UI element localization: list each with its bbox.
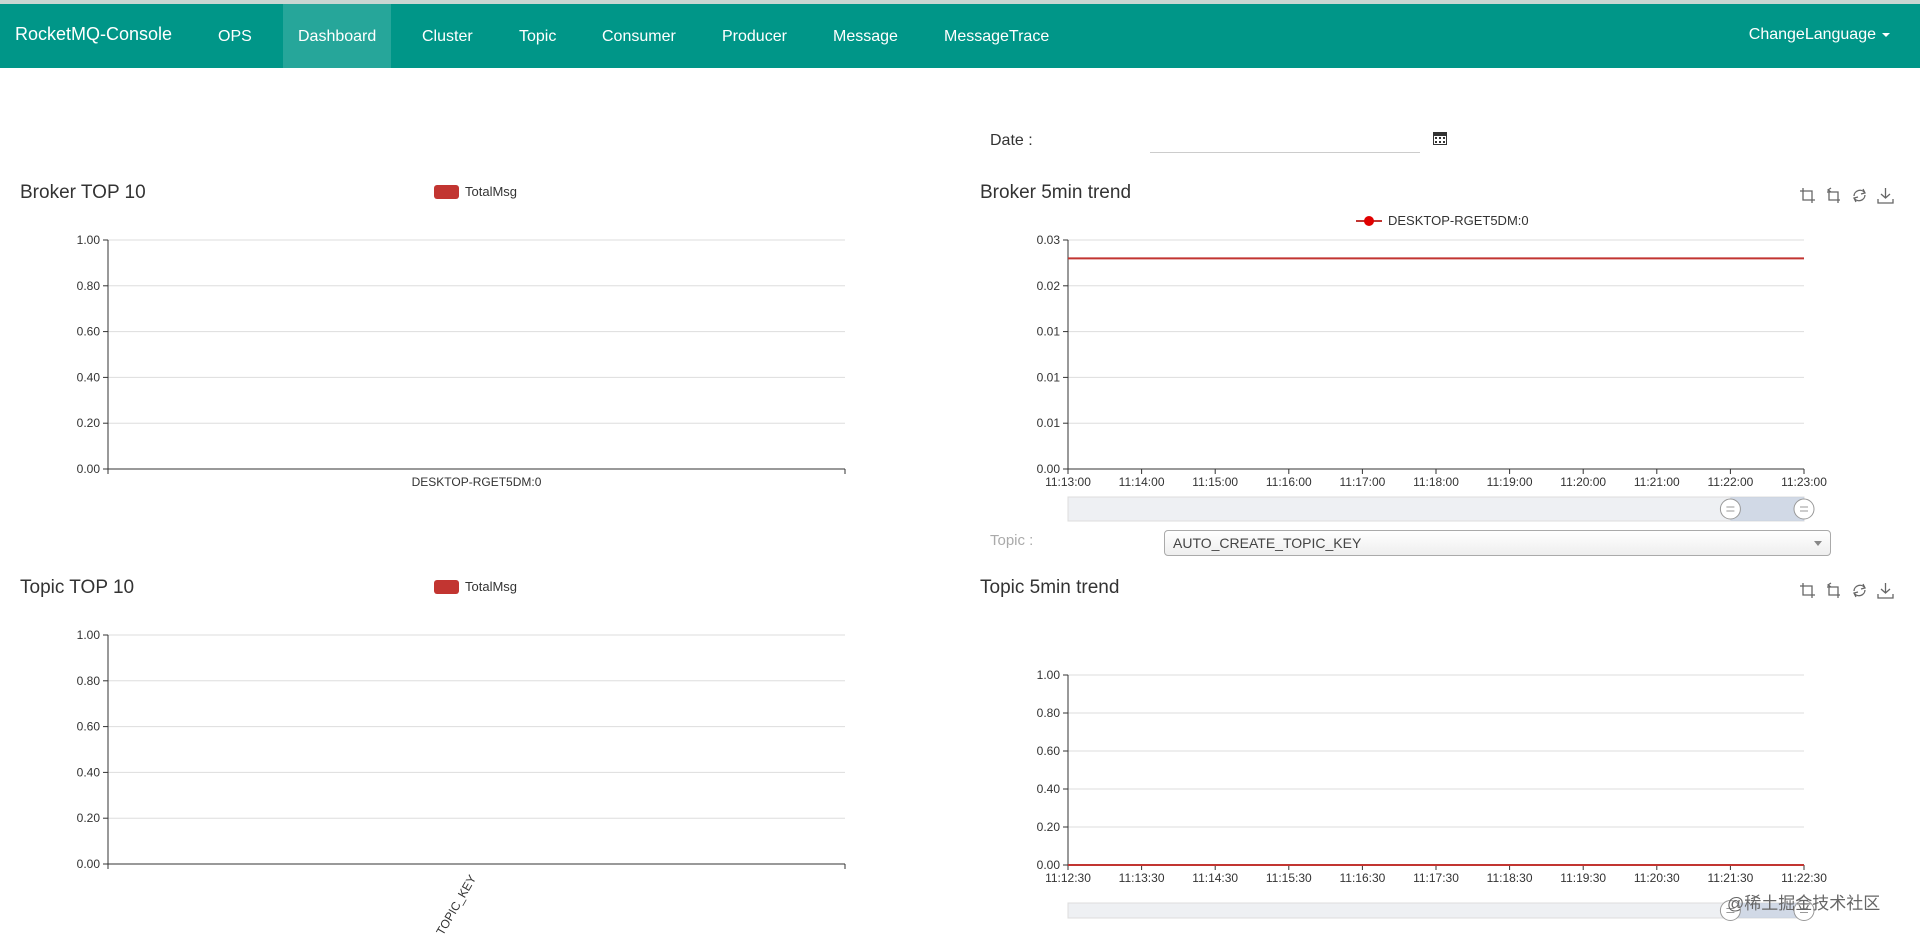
zoom-icon[interactable]	[1799, 582, 1816, 599]
y-tick-label: 0.01	[1037, 325, 1061, 339]
legend-swatch	[434, 184, 459, 199]
nav-ops[interactable]: OPS	[203, 4, 267, 68]
x-tick-label: 11:13:30	[1119, 871, 1165, 885]
y-tick-label: 0.01	[1037, 416, 1061, 430]
download-icon[interactable]	[1877, 187, 1894, 204]
y-tick-label: 0.60	[77, 325, 101, 339]
datazoom-track	[1067, 496, 1805, 522]
topic-top-title: Topic TOP 10	[20, 577, 135, 598]
topic-filter-label: Topic :	[990, 532, 1034, 549]
broker-trend-toolbox	[1799, 187, 1894, 204]
y-tick-label: 0.00	[1037, 462, 1061, 476]
y-tick-label: 0.03	[1037, 233, 1061, 247]
x-tick-label: 11:16:30	[1339, 871, 1385, 885]
y-tick-label: 0.40	[77, 765, 101, 779]
y-tick-label: 0.20	[77, 811, 101, 825]
x-tick-label: 11:17:30	[1413, 871, 1459, 885]
x-tick-label: 11:12:30	[1045, 871, 1091, 885]
y-tick-label: 0.80	[1037, 706, 1061, 720]
topic-top-legend[interactable]: TotalMsg	[434, 579, 517, 594]
topic-trend-toolbox	[1799, 582, 1894, 599]
chevron-down-icon	[1814, 541, 1822, 546]
calendar-icon[interactable]	[1432, 130, 1448, 146]
zoom-reset-icon[interactable]	[1825, 582, 1842, 599]
date-input[interactable]	[1150, 127, 1420, 153]
x-tick-label: TOPIC_KEY	[433, 873, 479, 936]
download-icon[interactable]	[1877, 582, 1894, 599]
datazoom-handle	[1719, 498, 1741, 520]
x-tick-label: 11:19:00	[1487, 475, 1533, 489]
zoom-icon[interactable]	[1799, 187, 1816, 204]
y-tick-label: 0.40	[77, 370, 101, 384]
y-tick-label: 0.20	[1037, 820, 1061, 834]
x-tick-label: DESKTOP-RGET5DM:0	[412, 475, 542, 489]
date-label: Date :	[990, 132, 1033, 149]
y-tick-label: 0.00	[1037, 858, 1061, 872]
brand-logo[interactable]: RocketMQ-Console	[15, 24, 172, 45]
broker-top-title: Broker TOP 10	[20, 182, 146, 203]
x-tick-label: 11:17:00	[1339, 475, 1385, 489]
y-tick-label: 0.40	[1037, 782, 1061, 796]
x-tick-label: 11:20:30	[1634, 871, 1680, 885]
y-tick-label: 0.00	[77, 857, 101, 871]
y-tick-label: 0.60	[77, 720, 101, 734]
nav-message[interactable]: Message	[818, 4, 913, 68]
y-tick-label: 0.80	[77, 279, 101, 293]
x-tick-label: 11:14:00	[1119, 475, 1165, 489]
broker-top-legend[interactable]: TotalMsg	[434, 184, 517, 199]
nav-cluster[interactable]: Cluster	[407, 4, 488, 68]
x-tick-label: 11:23:00	[1781, 475, 1827, 489]
y-tick-label: 0.00	[77, 462, 101, 476]
y-tick-label: 1.00	[1037, 668, 1061, 682]
x-tick-label: 11:22:00	[1707, 475, 1753, 489]
topic-select[interactable]: AUTO_CREATE_TOPIC_KEY	[1164, 530, 1831, 556]
nav-messagetrace[interactable]: MessageTrace	[929, 4, 1064, 68]
legend-label: TotalMsg	[465, 184, 518, 199]
x-tick-label: 11:15:00	[1192, 475, 1238, 489]
change-language-label: ChangeLanguage	[1748, 26, 1876, 43]
watermark: @稀土掘金技术社区	[1727, 894, 1881, 913]
top-navbar: RocketMQ-Console OPS Dashboard Cluster T…	[0, 4, 1920, 68]
y-tick-label: 1.00	[77, 628, 101, 642]
x-tick-label: 11:22:30	[1781, 871, 1827, 885]
x-tick-label: 11:18:30	[1487, 871, 1533, 885]
legend-label: TotalMsg	[465, 579, 518, 594]
datazoom-handle	[1793, 498, 1815, 520]
y-tick-label: 1.00	[77, 233, 101, 247]
datazoom-track	[1067, 902, 1805, 919]
x-tick-label: 11:21:00	[1634, 475, 1680, 489]
nav-dashboard[interactable]: Dashboard	[283, 4, 391, 68]
y-tick-label: 0.01	[1037, 370, 1061, 384]
x-tick-label: 11:20:00	[1560, 475, 1606, 489]
y-tick-label: 0.60	[1037, 744, 1061, 758]
nav-consumer[interactable]: Consumer	[587, 4, 691, 68]
y-tick-label: 0.02	[1037, 279, 1061, 293]
topic-top-chart[interactable]: 0.00 0.20 0.40 0.60 0.80 1.00 TOPIC_KEY	[0, 620, 880, 936]
topic-select-value: AUTO_CREATE_TOPIC_KEY	[1173, 535, 1362, 551]
x-tick-label: 11:19:30	[1560, 871, 1606, 885]
broker-trend-chart[interactable]: 0.00 0.01 0.01 0.01 0.02 0.03 11:13:00 11:14:00…	[960, 225, 1900, 530]
caret-down-icon	[1882, 32, 1890, 37]
x-tick-label: 11:13:00	[1045, 475, 1091, 489]
x-tick-label: 11:14:30	[1192, 871, 1238, 885]
datazoom-window	[1730, 497, 1804, 521]
restore-icon[interactable]	[1851, 187, 1868, 204]
broker-trend-title: Broker 5min trend	[980, 182, 1132, 203]
nav-producer[interactable]: Producer	[707, 4, 802, 68]
x-tick-label: 11:18:00	[1413, 475, 1459, 489]
x-tick-label: 11:16:00	[1266, 475, 1312, 489]
y-tick-label: 0.80	[77, 674, 101, 688]
x-tick-label: 11:15:30	[1266, 871, 1312, 885]
change-language-dropdown[interactable]: ChangeLanguage	[1749, 4, 1890, 68]
broker-top-chart[interactable]: 0.00 0.20 0.40 0.60 0.80 1.00 DESKTOP-RGET5DM:…	[0, 225, 880, 505]
topic-trend-title: Topic 5min trend	[980, 577, 1120, 598]
restore-icon[interactable]	[1851, 582, 1868, 599]
legend-swatch	[434, 579, 459, 594]
y-tick-label: 0.20	[77, 416, 101, 430]
nav-topic[interactable]: Topic	[504, 4, 571, 68]
zoom-reset-icon[interactable]	[1825, 187, 1842, 204]
x-tick-label: 11:21:30	[1707, 871, 1753, 885]
